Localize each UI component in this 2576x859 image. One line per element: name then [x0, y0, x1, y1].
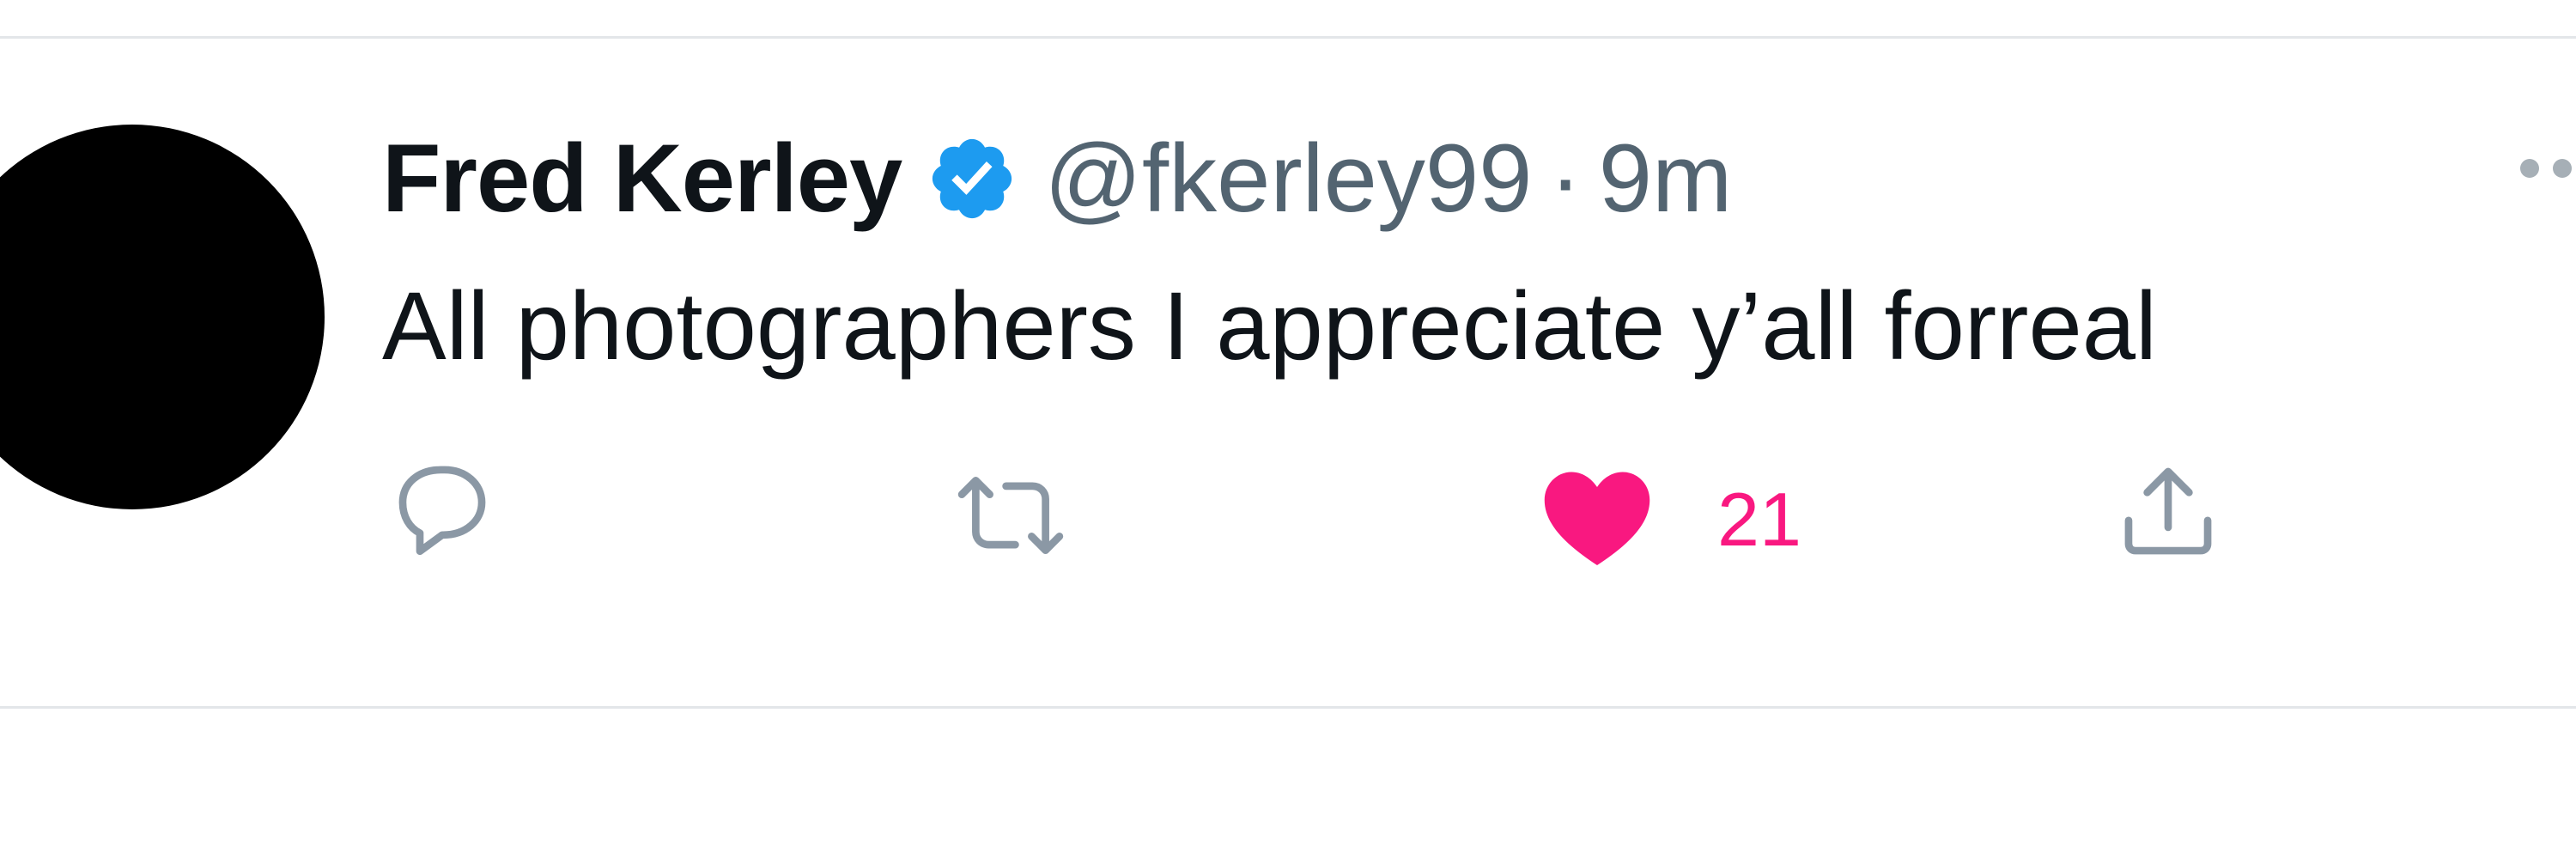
author-handle[interactable]: @fkerley99	[1044, 131, 1532, 227]
reply-bubble-icon	[386, 454, 498, 570]
top-divider	[0, 36, 2576, 39]
retweet-icon	[955, 460, 1066, 576]
tweet-text: All photographers I appreciate y’all for…	[382, 272, 2157, 380]
tweet-timestamp[interactable]: 9m	[1599, 131, 1733, 227]
tweet-header: Fred Kerley @fkerley99 · 9m	[382, 119, 1732, 239]
avatar[interactable]	[0, 125, 325, 509]
author-name[interactable]: Fred Kerley	[382, 131, 902, 227]
more-options-icon[interactable]	[2520, 159, 2576, 178]
retweet-button[interactable]	[955, 460, 1066, 576]
share-upload-icon	[2112, 455, 2224, 571]
more-dot	[2520, 159, 2539, 178]
reply-button[interactable]	[386, 454, 498, 570]
more-dot	[2553, 159, 2572, 178]
header-separator: ·	[1549, 125, 1582, 232]
heart-filled-icon	[1537, 457, 1657, 582]
verified-badge-icon	[926, 132, 1018, 225]
share-button[interactable]	[2112, 455, 2224, 571]
bottom-divider	[0, 706, 2576, 709]
like-count: 21	[1717, 476, 1801, 562]
like-button[interactable]: 21	[1537, 457, 1801, 582]
